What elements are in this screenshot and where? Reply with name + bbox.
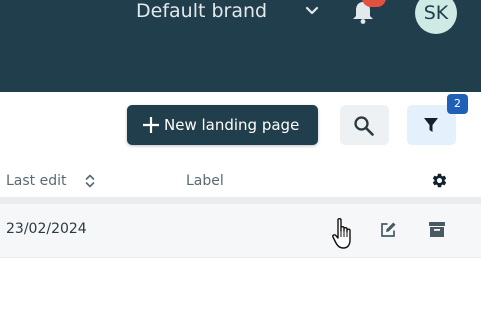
column-header-label[interactable]: Label <box>186 173 224 189</box>
search-icon <box>354 116 374 136</box>
table-header-row: Last edit Label <box>0 165 481 197</box>
sort-icon[interactable] <box>84 173 96 189</box>
archive-icon[interactable] <box>428 221 446 238</box>
top-bar: Default brand 3 SK <box>0 0 481 92</box>
plus-icon <box>143 117 159 133</box>
new-landing-page-button[interactable]: New landing page <box>127 105 318 145</box>
filter-icon <box>424 118 438 132</box>
brand-selector-label[interactable]: Default brand <box>136 0 267 22</box>
search-button[interactable] <box>340 105 389 145</box>
gear-icon[interactable] <box>431 172 448 189</box>
table-row[interactable]: 23/02/2024 <box>0 204 481 258</box>
chevron-down-icon[interactable] <box>304 3 320 19</box>
header-divider <box>0 197 481 204</box>
hand-cursor-icon <box>332 218 351 249</box>
row-last-edit-date: 23/02/2024 <box>6 221 87 237</box>
new-landing-page-label: New landing page <box>164 116 300 134</box>
column-header-last-edit[interactable]: Last edit <box>6 173 67 189</box>
edit-icon[interactable] <box>379 221 397 239</box>
filter-count-badge: 2 <box>447 94 468 114</box>
avatar[interactable]: SK <box>415 0 457 34</box>
